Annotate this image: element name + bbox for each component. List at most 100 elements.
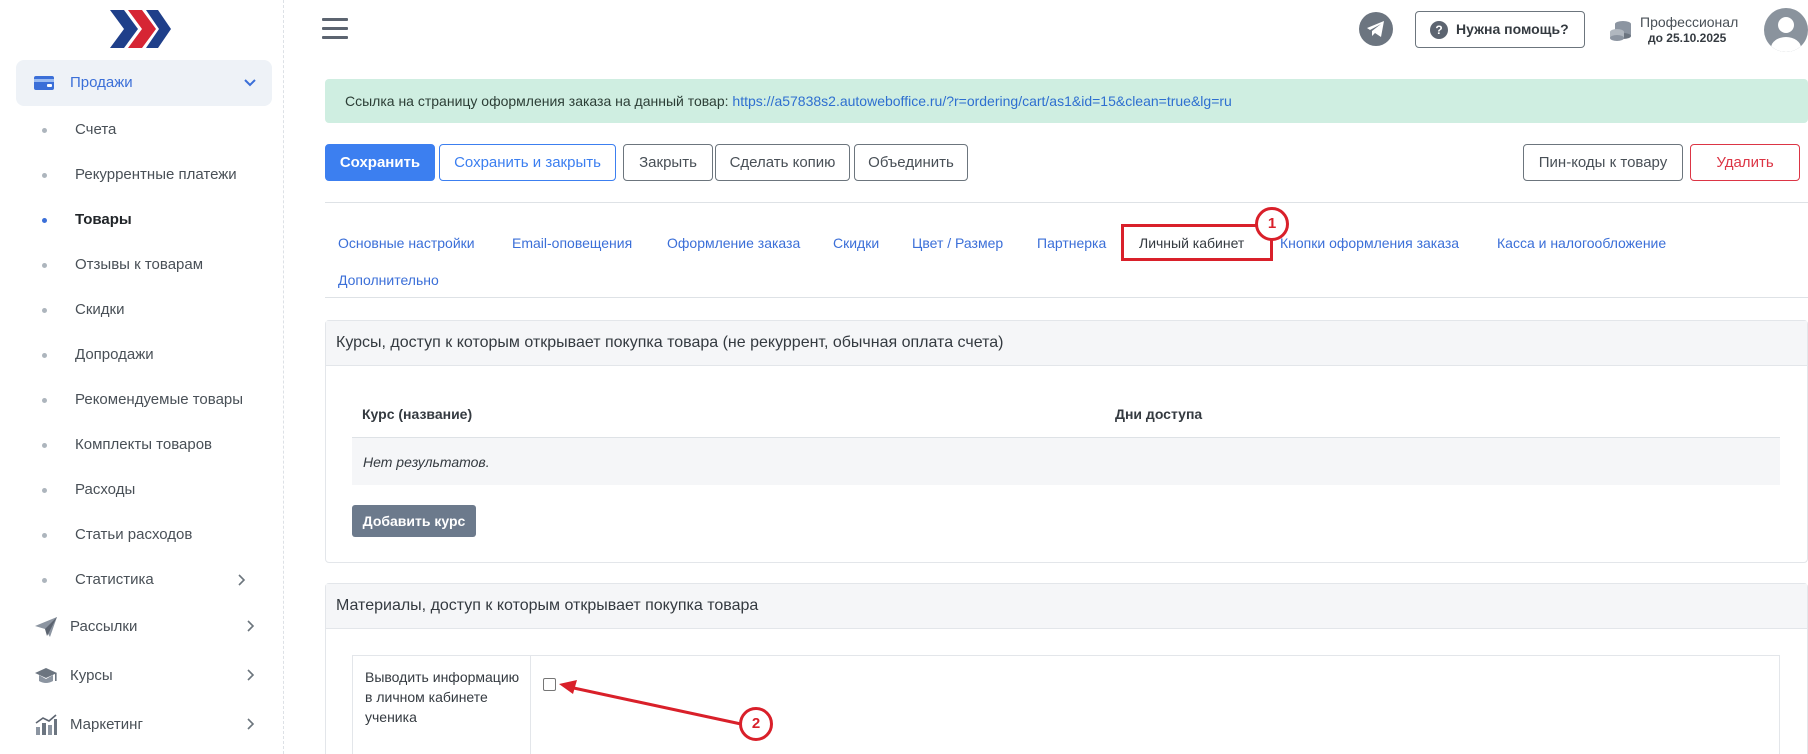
sidebar-item-discounts[interactable]: Скидки — [0, 290, 284, 330]
sidebar-item-label: Продажи — [70, 74, 133, 91]
chevron-right-icon — [243, 619, 257, 633]
plan-until: до 25.10.2025 — [1648, 31, 1727, 45]
tab-additional[interactable]: Дополнительно — [338, 272, 439, 288]
sidebar-item-recommended[interactable]: Рекомендуемые товары — [0, 380, 284, 420]
courses-card: Курсы, доступ к которым открывает покупк… — [325, 320, 1808, 563]
chevron-down-icon — [242, 74, 258, 90]
tab-discounts[interactable]: Скидки — [833, 235, 879, 251]
tab-main-settings[interactable]: Основные настройки — [338, 235, 475, 251]
graduation-cap-icon — [34, 665, 58, 687]
bullet — [42, 308, 47, 313]
sidebar-item-label: Рекомендуемые товары — [75, 391, 244, 408]
column-header-course-name: Курс (название) — [362, 406, 473, 422]
bullet — [42, 353, 47, 358]
courses-card-title: Курсы, доступ к которым открывает покупк… — [326, 321, 1807, 366]
sidebar-item-expense-items[interactable]: Статьи расходов — [0, 515, 284, 555]
hamburger-icon — [322, 18, 348, 21]
sidebar-item-courses[interactable]: Курсы — [0, 653, 284, 699]
annotation-arrow — [559, 680, 742, 726]
bullet — [42, 533, 47, 538]
column-header-access-days: Дни доступа — [1115, 406, 1203, 422]
alert-text: Ссылка на страницу оформления заказа на … — [345, 93, 733, 109]
chevron-right-icon — [243, 668, 257, 682]
bullet — [42, 443, 47, 448]
sidebar-item-statistics[interactable]: Статистика — [0, 560, 284, 600]
sidebar-item-label: Рекуррентные платежи — [75, 166, 237, 183]
tab-cash-taxation[interactable]: Касса и налогообложение — [1497, 235, 1666, 251]
sidebar-item-label: Допродажи — [75, 346, 154, 363]
chevron-right-icon — [234, 573, 248, 587]
bullet — [42, 578, 47, 583]
annotation-badge-2: 2 — [739, 707, 773, 741]
merge-button[interactable]: Объединить — [854, 144, 968, 181]
sidebar-item-recurring[interactable]: Рекуррентные платежи — [0, 155, 284, 195]
avatar[interactable] — [1764, 8, 1808, 52]
order-link-alert: Ссылка на страницу оформления заказа на … — [325, 79, 1808, 123]
annotation-badge-1: 1 — [1255, 207, 1289, 241]
plan-name: Профессионал — [1640, 14, 1739, 30]
sidebar-item-label: Расходы — [75, 481, 136, 498]
sidebar-item-reviews[interactable]: Отзывы к товарам — [0, 245, 284, 285]
sidebar-item-label: Скидки — [75, 301, 125, 318]
paper-plane-icon — [34, 616, 58, 638]
empty-result-row: Нет результатов. — [352, 438, 1780, 485]
make-copy-button[interactable]: Сделать копию — [715, 144, 850, 181]
help-label: Нужна помощь? — [1456, 21, 1569, 37]
bullet — [42, 128, 47, 133]
sidebar-item-label: Курсы — [70, 667, 113, 684]
annotation-highlight-box — [1121, 224, 1273, 261]
chart-icon — [34, 714, 58, 736]
sidebar-item-label: Рассылки — [70, 618, 138, 635]
sidebar-item-bundles[interactable]: Комплекты товаров — [0, 425, 284, 465]
tabs-border — [325, 297, 1808, 298]
sidebar-item-label: Счета — [75, 121, 117, 138]
chevrons-logo-icon — [110, 10, 171, 48]
bullet — [42, 488, 47, 493]
show-info-label: Выводить информацию в личном кабинете уч… — [353, 656, 531, 754]
bullet — [42, 263, 47, 268]
coins-icon — [1608, 18, 1634, 44]
order-page-link[interactable]: https://a57838s2.autoweboffice.ru/?r=ord… — [732, 93, 1231, 109]
tab-color-size[interactable]: Цвет / Размер — [912, 235, 1003, 251]
sidebar-item-label: Статистика — [75, 571, 154, 588]
divider — [325, 202, 1808, 203]
question-icon: ? — [1430, 21, 1448, 39]
sidebar: Продажи Счета Рекуррентные платежи Товар… — [0, 0, 284, 754]
pin-codes-button[interactable]: Пин-коды к товару — [1523, 144, 1683, 181]
tab-order-form[interactable]: Оформление заказа — [667, 235, 800, 251]
sidebar-item-label: Маркетинг — [70, 716, 143, 733]
bullet — [42, 173, 47, 178]
sidebar-item-marketing[interactable]: Маркетинг — [0, 702, 284, 748]
sidebar-item-mailings[interactable]: Рассылки — [0, 604, 284, 650]
chevron-right-icon — [243, 717, 257, 731]
sidebar-item-label: Отзывы к товарам — [75, 256, 204, 273]
bullet — [42, 218, 47, 223]
help-button[interactable]: ? Нужна помощь? — [1415, 11, 1585, 48]
delete-button[interactable]: Удалить — [1690, 144, 1800, 181]
bullet — [42, 398, 47, 403]
add-course-button[interactable]: Добавить курс — [352, 505, 476, 537]
tab-order-buttons[interactable]: Кнопки оформления заказа — [1280, 235, 1459, 251]
sidebar-item-label: Статьи расходов — [75, 526, 193, 543]
save-button[interactable]: Сохранить — [325, 144, 435, 181]
sidebar-item-products[interactable]: Товары — [0, 200, 284, 240]
sidebar-item-expenses[interactable]: Расходы — [0, 470, 284, 510]
plan-info: Профессионал до 25.10.2025 — [1608, 14, 1748, 48]
sidebar-item-label: Товары — [75, 211, 132, 228]
telegram-icon — [1367, 21, 1384, 37]
menu-toggle-button[interactable] — [322, 18, 348, 40]
materials-card: Материалы, доступ к которым открывает по… — [325, 583, 1808, 754]
wallet-icon — [33, 74, 55, 92]
telegram-button[interactable] — [1359, 12, 1393, 46]
close-button[interactable]: Закрыть — [623, 144, 713, 181]
sidebar-item-invoices[interactable]: Счета — [0, 110, 284, 150]
tab-email-notifications[interactable]: Email-оповещения — [512, 235, 632, 251]
save-and-close-button[interactable]: Сохранить и закрыть — [439, 144, 616, 181]
logo[interactable] — [108, 8, 172, 50]
sidebar-item-upsells[interactable]: Допродажи — [0, 335, 284, 375]
sidebar-item-label: Комплекты товаров — [75, 436, 212, 453]
tab-affiliate[interactable]: Партнерка — [1037, 235, 1106, 251]
user-icon — [1771, 17, 1801, 52]
sidebar-item-sales[interactable]: Продажи — [16, 60, 272, 106]
materials-card-title: Материалы, доступ к которым открывает по… — [326, 584, 1807, 629]
